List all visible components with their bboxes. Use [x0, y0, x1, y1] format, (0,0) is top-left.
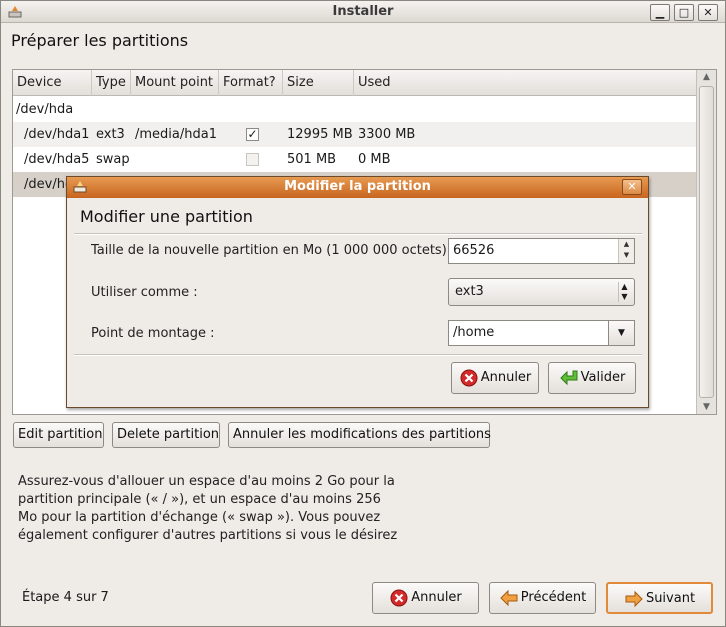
window-titlebar[interactable]: Installer ▁ □ ✕ — [1, 1, 725, 23]
spin-arrows-icon[interactable]: ▲ ▼ — [618, 239, 634, 263]
delete-partition-button[interactable]: Delete partition — [112, 422, 220, 448]
scroll-thumb[interactable] — [699, 86, 714, 398]
column-type[interactable]: Type — [92, 70, 131, 96]
mount-point-combo[interactable]: /home ▼ — [448, 320, 635, 346]
use-as-label: Utiliser comme : — [91, 285, 198, 300]
dialog-titlebar[interactable]: Modifier la partition ✕ — [67, 177, 648, 198]
minimize-icon[interactable]: ▁ — [650, 4, 670, 21]
used-cell: 0 MB — [358, 152, 391, 167]
updown-icon: ▲ ▼ — [618, 282, 630, 302]
dialog-close-icon[interactable]: ✕ — [622, 179, 642, 195]
page-title: Préparer les partitions — [11, 31, 189, 50]
column-size[interactable]: Size — [283, 70, 354, 96]
dialog-cancel-label: Annuler — [480, 370, 532, 385]
format-checkbox[interactable]: ✓ — [246, 128, 259, 141]
cancel-button[interactable]: Annuler — [372, 582, 479, 614]
table-row[interactable]: /dev/hda — [13, 97, 697, 122]
close-icon[interactable]: ✕ — [698, 4, 718, 21]
separator — [74, 233, 642, 235]
use-as-value: ext3 — [455, 284, 484, 299]
separator — [74, 354, 642, 356]
device-cell: /dev/hda1 — [24, 127, 90, 142]
dialog-ok-label: Valider — [580, 370, 626, 385]
device-cell: /dev/hda — [16, 102, 74, 117]
table-row[interactable]: /dev/hda1 ext3 /media/hda1 ✓ 12995 MB 33… — [13, 122, 697, 147]
chevron-down-icon[interactable]: ▼ — [608, 321, 634, 345]
info-line: Mo pour la partition d'échange (« swap »… — [18, 510, 381, 525]
size-label: Taille de la nouvelle partition en Mo (1… — [91, 243, 447, 258]
size-cell: 501 MB — [287, 152, 337, 167]
device-cell: /dev/hda5 — [24, 152, 90, 167]
next-button[interactable]: Suivant — [606, 582, 713, 614]
table-row[interactable]: /dev/hda5 swap 501 MB 0 MB — [13, 147, 697, 172]
maximize-icon[interactable]: □ — [674, 4, 694, 21]
partition-info-text: Assurez-vous d'allouer un espace d'au mo… — [18, 473, 397, 545]
size-value: 66526 — [453, 243, 495, 258]
arrow-left-icon — [500, 589, 518, 606]
type-cell: ext3 — [96, 127, 125, 142]
cancel-icon — [460, 369, 478, 386]
edit-partition-dialog: Modifier la partition ✕ Modifier une par… — [66, 176, 649, 408]
column-mount-point[interactable]: Mount point — [131, 70, 219, 96]
dialog-cancel-button[interactable]: Annuler — [451, 362, 539, 394]
info-line: partition principale (« / »), et un espa… — [18, 492, 381, 507]
format-checkbox — [246, 153, 259, 166]
dialog-title: Modifier la partition — [284, 179, 431, 194]
use-as-select[interactable]: ext3 ▲ ▼ — [448, 278, 635, 306]
cancel-label: Annuler — [411, 590, 462, 605]
mount-cell: /media/hda1 — [135, 127, 217, 142]
size-cell: 12995 MB — [287, 127, 353, 142]
type-cell: swap — [96, 152, 130, 167]
ok-arrow-icon — [559, 370, 578, 385]
mount-point-label: Point de montage : — [91, 326, 215, 341]
scroll-down-icon[interactable]: ▼ — [697, 400, 716, 414]
dialog-ok-button[interactable]: Valider — [548, 362, 636, 394]
device-cell: /dev/hc — [24, 177, 73, 192]
column-used[interactable]: Used — [354, 70, 697, 96]
column-format[interactable]: Format? — [219, 70, 283, 96]
size-spinbutton[interactable]: 66526 ▲ ▼ — [448, 238, 635, 264]
cancel-icon — [390, 589, 408, 606]
used-cell: 3300 MB — [358, 127, 416, 142]
mount-point-value: /home — [453, 325, 495, 340]
table-scrollbar[interactable]: ▲ ▼ — [696, 70, 716, 414]
edit-partition-button[interactable]: Edit partition — [13, 422, 104, 448]
previous-button[interactable]: Précédent — [489, 582, 596, 614]
info-line: également configurer d'autres partitions… — [18, 528, 398, 543]
revert-partitions-button[interactable]: Annuler les modifications des partitions — [228, 422, 491, 448]
window-title: Installer — [332, 4, 394, 19]
column-device[interactable]: Device — [13, 70, 92, 96]
previous-label: Précédent — [520, 590, 587, 605]
table-header: Device Type Mount point Format? Size Use… — [13, 70, 697, 96]
scroll-up-icon[interactable]: ▲ — [697, 70, 716, 84]
step-indicator: Étape 4 sur 7 — [22, 590, 109, 605]
info-line: Assurez-vous d'allouer un espace d'au mo… — [18, 474, 395, 489]
arrow-right-icon — [625, 590, 643, 607]
next-label: Suivant — [645, 591, 696, 606]
dialog-heading: Modifier une partition — [80, 207, 253, 226]
